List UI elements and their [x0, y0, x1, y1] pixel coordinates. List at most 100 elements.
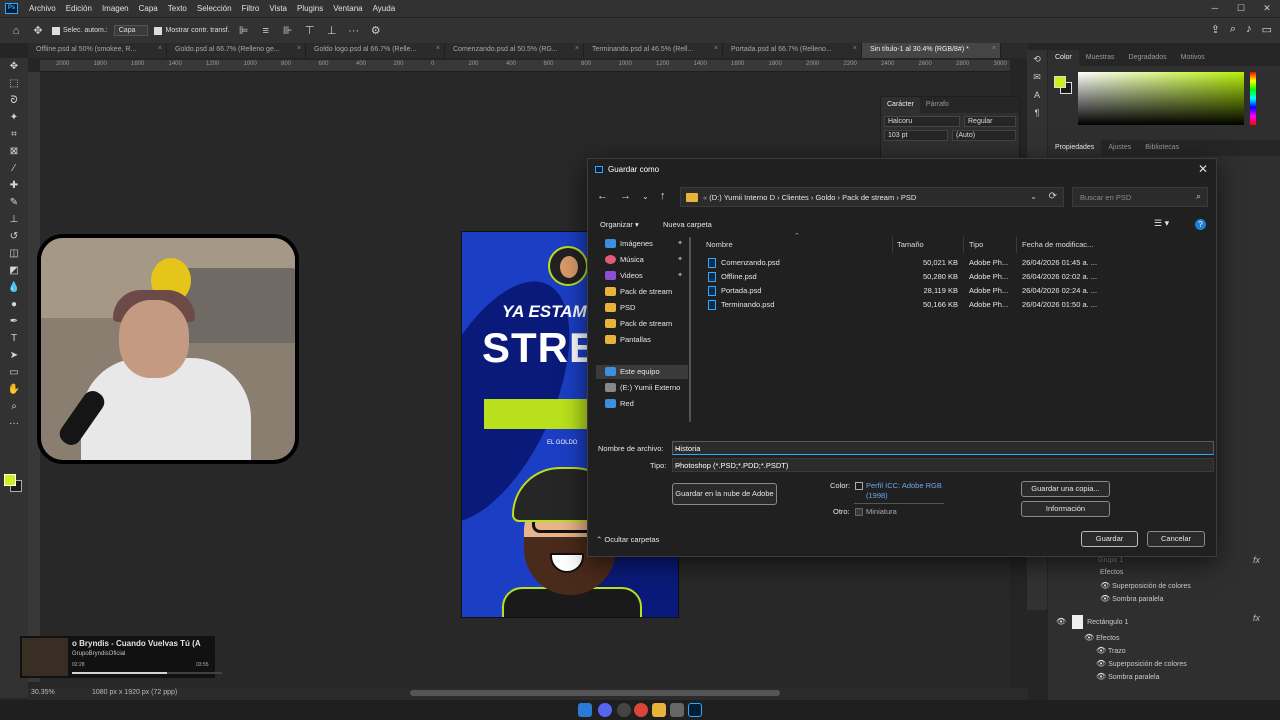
refresh-icon[interactable]: ⟳: [1049, 191, 1057, 202]
discord-icon[interactable]: [598, 703, 612, 717]
fg-swatch[interactable]: [1054, 76, 1066, 88]
chevron-down-icon[interactable]: ⌄: [675, 443, 1209, 452]
workspace-icon[interactable]: ▭: [1262, 23, 1272, 36]
tab-terminando[interactable]: Terminando.psd al 46.5% (Rell... ×: [584, 43, 723, 58]
crop-tool-icon[interactable]: ⌗: [0, 126, 28, 143]
nav-item-musica[interactable]: Música ✦: [596, 253, 688, 267]
nav-item-red[interactable]: Red: [596, 397, 688, 411]
file-row[interactable]: Comenzando.psd 50,021 KB Adobe Ph... 26/…: [696, 256, 1206, 270]
menu-vista[interactable]: Vista: [264, 4, 292, 13]
type-tool-icon[interactable]: T: [0, 330, 28, 347]
back-icon[interactable]: ←: [597, 190, 608, 202]
column-header-name[interactable]: Nombre: [706, 240, 733, 249]
more-options-icon[interactable]: ···: [346, 25, 362, 37]
up-icon[interactable]: ↑: [660, 190, 666, 202]
music-mini-player[interactable]: o Bryndis - Cuando Vuelvas Tú (A GrupoBr…: [20, 636, 222, 678]
font-size-field[interactable]: 103 pt: [884, 130, 948, 141]
layer-effect[interactable]: 👁 Trazo: [1096, 646, 1126, 655]
photoshop-logo-icon[interactable]: Ps: [5, 3, 18, 14]
eye-icon[interactable]: 👁: [1100, 594, 1110, 603]
tab-ajustes[interactable]: Ajustes: [1101, 140, 1138, 156]
search-icon[interactable]: ⌕: [1230, 23, 1236, 36]
menu-texto[interactable]: Texto: [163, 4, 192, 13]
view-options-icon[interactable]: ☰ ▾: [1154, 218, 1169, 229]
breadcrumb-item[interactable]: Pack de stream: [842, 193, 894, 202]
hue-slider[interactable]: [1250, 72, 1256, 125]
frame-tool-icon[interactable]: ⊠: [0, 143, 28, 160]
obs-icon[interactable]: [617, 703, 631, 717]
layer-effect[interactable]: 👁 Superposición de colores: [1096, 659, 1187, 668]
eraser-icon[interactable]: ◫: [0, 245, 28, 262]
stamp-tool-icon[interactable]: ⊥: [0, 211, 28, 228]
tab-comenzando[interactable]: Comenzando.psd al 50.5% (RG... ×: [445, 43, 584, 58]
chrome-icon[interactable]: [634, 703, 648, 717]
eye-icon[interactable]: 👁: [1084, 633, 1094, 642]
maximize-icon[interactable]: ☐: [1228, 0, 1254, 17]
tab-portada[interactable]: Portada.psd al 66.7% (Relleno... ×: [723, 43, 862, 58]
new-folder-button[interactable]: Nueva carpeta: [663, 220, 712, 229]
tab-offline[interactable]: Offline.psd al 50% (smokee, R... ×: [28, 43, 167, 58]
more-tools-icon[interactable]: ···: [0, 415, 28, 432]
gradient-tool-icon[interactable]: ◩: [0, 262, 28, 279]
close-tab-icon[interactable]: ×: [575, 45, 579, 52]
menu-ventana[interactable]: Ventana: [328, 4, 367, 13]
path-selection-icon[interactable]: ➤: [0, 347, 28, 364]
organize-button[interactable]: Organizar ▾: [600, 220, 639, 229]
file-row[interactable]: Offline.psd 50,280 KB Adobe Ph... 26/04/…: [696, 270, 1206, 284]
hand-tool-icon[interactable]: ✋: [0, 381, 28, 398]
breadcrumb-item[interactable]: Goldo: [815, 193, 835, 202]
nav-item-imagenes[interactable]: Imágenes ✦: [596, 237, 688, 251]
font-family-select[interactable]: Halcoru: [884, 116, 960, 127]
menu-seleccion[interactable]: Selección: [192, 4, 237, 13]
history-brush-icon[interactable]: ↺: [0, 228, 28, 245]
notifications-icon[interactable]: ♪: [1246, 23, 1252, 36]
close-dialog-icon[interactable]: ✕: [1198, 162, 1208, 176]
auto-select-checkbox[interactable]: Selec. autom.:: [52, 26, 108, 35]
pin-icon[interactable]: ✦: [677, 271, 683, 279]
menu-filtro[interactable]: Filtro: [237, 4, 265, 13]
tab-motivos[interactable]: Motivos: [1174, 50, 1212, 66]
tab-goldo-logo[interactable]: Goldo logo.psd al 66.7% (Relle... ×: [306, 43, 445, 58]
forward-icon[interactable]: →: [620, 190, 631, 202]
lasso-tool-icon[interactable]: ᘐ: [0, 92, 28, 109]
font-style-select[interactable]: Regular: [964, 116, 1016, 127]
blur-tool-icon[interactable]: 💧: [0, 279, 28, 296]
pane-scrollbar[interactable]: [688, 237, 694, 422]
close-tab-icon[interactable]: ×: [158, 45, 162, 52]
brush-tool-icon[interactable]: ✎: [0, 194, 28, 211]
photoshop-taskbar-icon[interactable]: [688, 703, 702, 717]
pin-icon[interactable]: ✦: [677, 255, 683, 263]
app-icon[interactable]: [670, 703, 684, 717]
align-center-icon[interactable]: ≡: [258, 25, 274, 37]
horizontal-ruler[interactable]: 2000 1800 1600 1400 1200 1000 800 600 400 200 0 200…: [40, 60, 1010, 72]
align-right-icon[interactable]: ⊪: [280, 24, 296, 37]
settings-gear-icon[interactable]: ⚙: [368, 24, 384, 37]
column-header-size[interactable]: Tamaño: [897, 240, 924, 249]
history-icon[interactable]: ⟲: [1027, 50, 1047, 68]
tab-degradados[interactable]: Degradados: [1122, 50, 1174, 66]
menu-edicion[interactable]: Edición: [61, 4, 97, 13]
tab-bibliotecas[interactable]: Bibliotecas: [1138, 140, 1186, 156]
move-tool-icon[interactable]: ✥: [30, 24, 46, 37]
fx-icon[interactable]: fx: [1253, 555, 1260, 565]
tab-caracter[interactable]: Carácter: [881, 97, 920, 113]
close-tab-icon[interactable]: ×: [436, 45, 440, 52]
comments-icon[interactable]: ✉: [1027, 68, 1047, 86]
save-copy-button[interactable]: Guardar una copia...: [1021, 481, 1110, 497]
nav-item-yumii-externo[interactable]: (E:) Yumii Externo: [596, 381, 688, 395]
help-icon[interactable]: ?: [1195, 219, 1206, 230]
show-transform-checkbox[interactable]: Mostrar contr. transf.: [154, 26, 230, 35]
tab-parrafo[interactable]: Párrafo: [920, 97, 955, 113]
eye-icon[interactable]: 👁: [1096, 672, 1106, 681]
address-dropdown-icon[interactable]: ⌄: [1030, 192, 1037, 201]
recent-dropdown-icon[interactable]: ⌄: [642, 192, 649, 201]
file-row[interactable]: Portada.psd 28,119 KB Adobe Ph... 26/04/…: [696, 284, 1206, 298]
filename-input[interactable]: Historia ⌄: [672, 441, 1214, 455]
layer-effect[interactable]: 👁 Sombra paralela: [1096, 672, 1159, 681]
close-tab-icon[interactable]: ×: [992, 45, 996, 52]
minimize-icon[interactable]: ─: [1202, 0, 1228, 17]
pen-tool-icon[interactable]: ✒: [0, 313, 28, 330]
move-tool-icon[interactable]: ✥: [0, 58, 28, 75]
file-type-select[interactable]: Photoshop (*.PSD;*.PDD;*.PSDT) ⌄: [672, 458, 1214, 472]
layer-effect[interactable]: 👁 Superposición de colores: [1100, 581, 1191, 590]
